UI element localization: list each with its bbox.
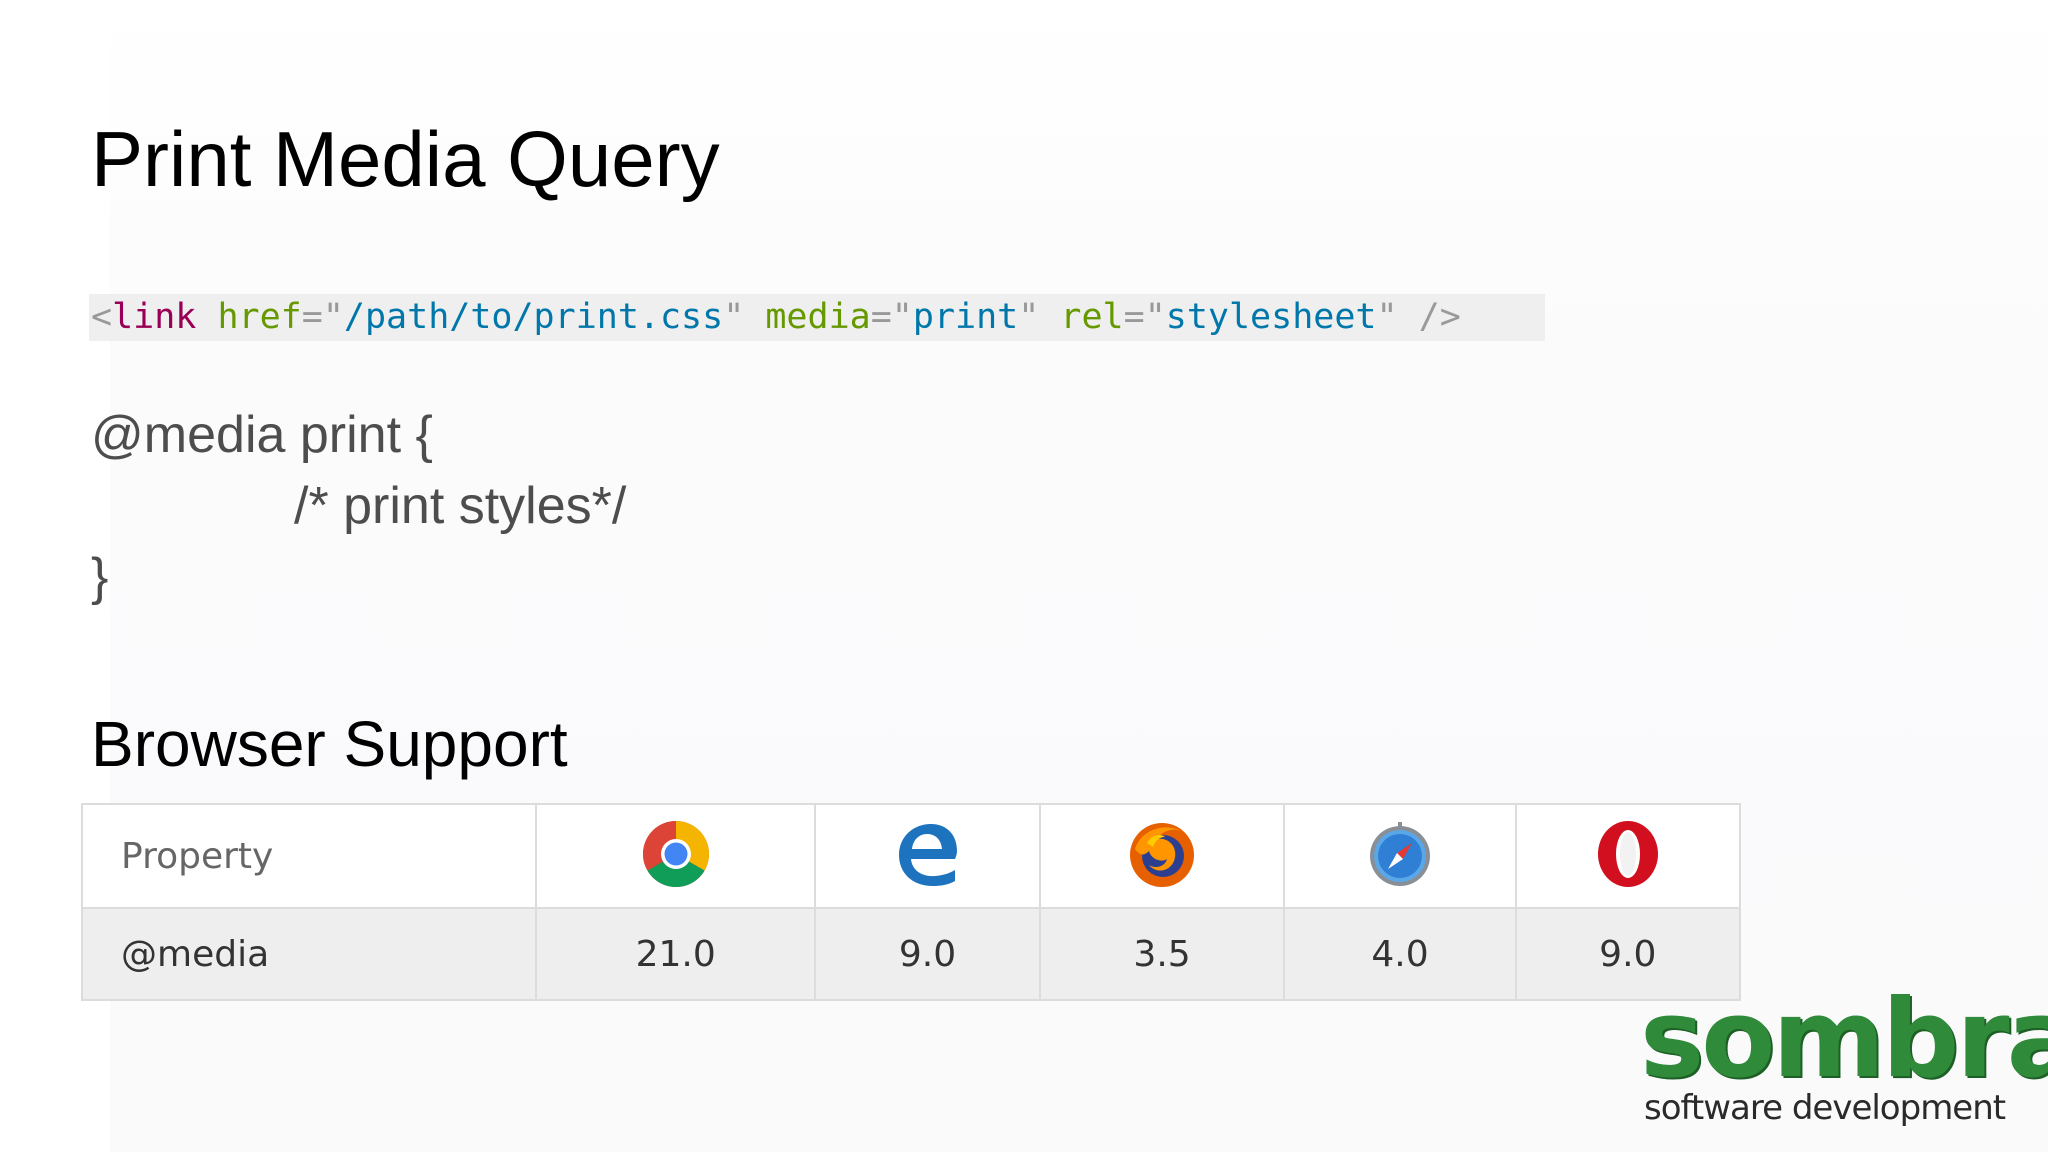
chrome-version: 21.0 [534,907,817,1001]
firefox-icon [1130,823,1195,887]
code-snippet-link-tag: <link href="/path/to/print.css" media="p… [89,294,1545,341]
sombra-logo: sombra software development [1640,986,2048,1140]
browser-header-safari [1283,803,1517,909]
chrome-icon [642,821,709,888]
code-token: /> [1418,297,1461,337]
code-token: stylesheet [1165,297,1377,337]
code-token: /path/to/print.css [343,297,724,337]
code-token: " [723,297,745,337]
css-media-block: @media print { /* print styles*/ } [91,400,626,613]
browser-header-chrome [534,803,817,909]
code-token: " [1376,297,1398,337]
code-token: = [301,297,323,337]
table-header-row: Property [81,803,1742,909]
table-row: @media 21.0 9.0 3.5 4.0 9.0 [81,907,1742,1001]
browser-header-opera [1514,803,1742,909]
css-line: @media print { [91,406,433,464]
code-token: print [912,297,1019,337]
logo-tagline: software development [1644,1088,2006,1128]
code-token: = [870,297,892,337]
section-title: Browser Support [91,708,568,780]
property-header: Property [81,803,537,909]
code-token: link [112,297,197,337]
css-line: /* print styles*/ [294,477,627,535]
property-name: @media [81,907,537,1001]
safari-version: 4.0 [1283,907,1517,1001]
logo-wordmark: sombra [1640,977,2048,1102]
code-token: " [891,297,913,337]
browser-header-edge [814,803,1041,909]
code-token: " [1144,297,1166,337]
opera-icon [1597,821,1658,887]
slide-title: Print Media Query [91,115,720,203]
code-token: " [1018,297,1040,337]
code-token: < [91,297,113,337]
browser-support-table: Property @media 21.0 9.0 3.5 4.0 9.0 [81,803,1742,1001]
browser-header-firefox [1038,803,1286,909]
code-token: media [765,297,871,337]
code-token: " [322,297,344,337]
firefox-version: 3.5 [1038,907,1286,1001]
edge-version: 9.0 [814,907,1041,1001]
code-token: = [1123,297,1145,337]
code-token: rel [1060,297,1124,337]
css-line: } [91,548,109,606]
code-token: href [217,297,302,337]
safari-icon [1370,822,1431,886]
edge-icon [899,824,958,886]
